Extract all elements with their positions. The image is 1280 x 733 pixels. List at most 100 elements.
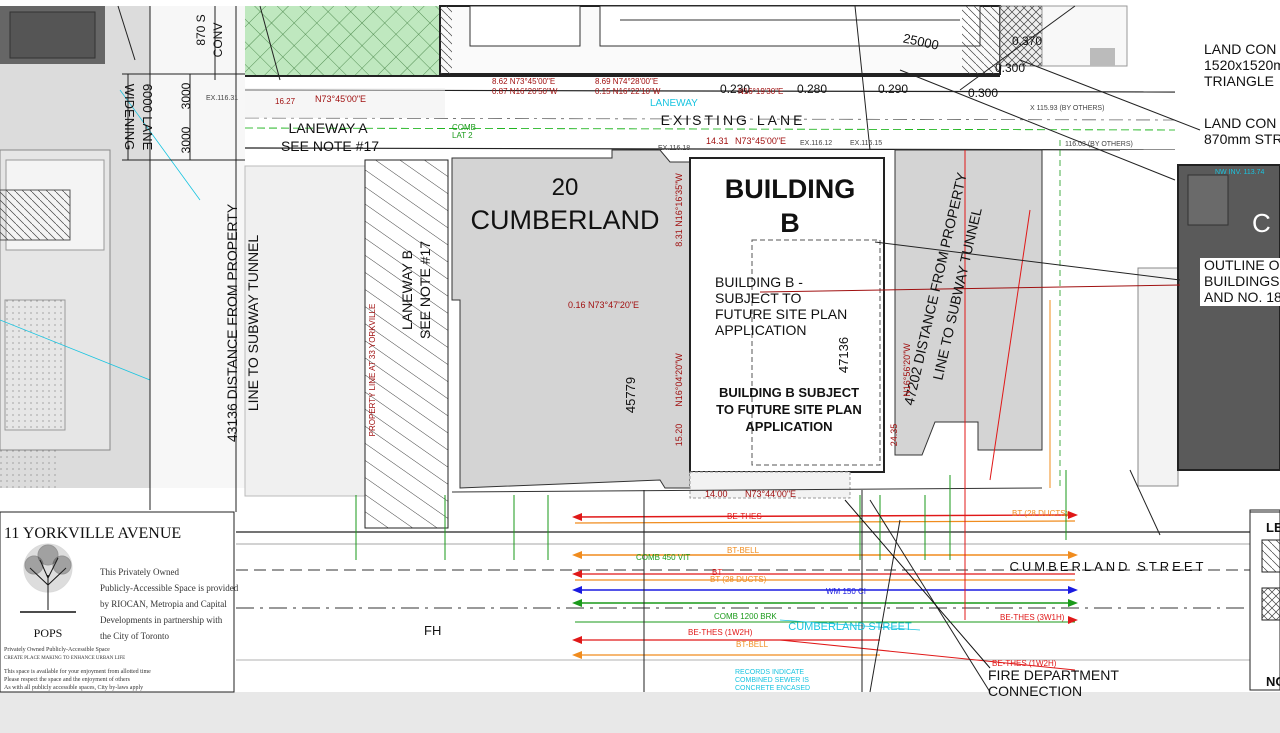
label-be-thes-2: BE-THES (1W2H): [688, 628, 753, 637]
label-ex-116-12: EX.116.12: [800, 140, 832, 147]
label-pops-sub2: CREATE PLACE MAKING TO ENHANCE URBAN LIF…: [4, 656, 125, 661]
label-lane-widening-2: WIDENING: [122, 84, 137, 150]
label-wm-150: WM 150 CI: [826, 587, 866, 596]
label-be-thes-3: BE-THES (3W1H): [1000, 613, 1065, 622]
label-1400: 14.00: [705, 489, 728, 499]
label-bt-bell-2: BT-BELL: [736, 640, 769, 649]
label-bearing-3: 0.16 N73°47'20"E: [568, 300, 639, 310]
label-land-con-1: LAND CON: [1204, 41, 1276, 57]
label-comb-450: COMB 450 VIT: [636, 553, 690, 562]
label-outline-1: OUTLINE O: [1204, 257, 1280, 273]
label-bldgb-note-2: SUBJECT TO: [715, 290, 801, 306]
label-bldgb-bold-1: BUILDING B SUBJECT: [719, 385, 859, 400]
label-cumberland-street: CUMBERLAND STREET: [1010, 559, 1207, 574]
label-pops-body-2: Publicly-Accessible Space is provided: [100, 583, 239, 593]
label-1627: 16.27: [275, 97, 296, 106]
label-be-thes-1: BE-THES: [727, 512, 762, 521]
label-dist-43136: 43136 DISTANCE FROM PROPERTY: [224, 203, 240, 442]
label-870: 870 S: [194, 14, 208, 45]
label-laneway-a: LANEWAY A: [288, 120, 368, 136]
site-plan-canvas: 20 CUMBERLAND BUILDING B EXISTING LANE C…: [0, 0, 1280, 728]
label-legend-no: NO: [1266, 674, 1280, 689]
label-bearing-6: N73°44'00"E: [745, 489, 796, 499]
label-nw-inv: NW INV. 113.74: [1215, 169, 1265, 176]
label-outline-2: BUILDINGS: [1204, 273, 1279, 289]
label-bldgb-note-1: BUILDING B -: [715, 274, 803, 290]
label-ex-116-31: EX.116.31: [206, 95, 238, 102]
label-pops-body-3: by RIOCAN, Metropia and Capital: [100, 599, 227, 609]
label-bearing-7: N16°56'20"W: [902, 343, 912, 397]
label-building: BUILDING: [725, 174, 856, 204]
label-bldgb-bold-2: TO FUTURE SITE PLAN: [716, 402, 862, 417]
label-bldgb-note-3: FUTURE SITE PLAN: [715, 306, 847, 322]
label-bt-bell-1: BT-BELL: [727, 546, 760, 555]
label-bldgb-note-4: APPLICATION: [715, 322, 807, 338]
label-pops-small-2: Please respect the space and the enjoyme…: [4, 676, 131, 683]
label-fire-dept-2: CONNECTION: [988, 683, 1082, 699]
label-right-c: C: [1252, 208, 1271, 238]
label-0280: 0.280: [797, 82, 827, 96]
label-dist-43136-2: LINE TO SUBWAY TUNNEL: [245, 235, 261, 412]
label-laneway-b: LANEWAY B: [399, 250, 415, 330]
label-bldgb-bold-3: APPLICATION: [745, 419, 832, 434]
legend-panel: [1249, 511, 1280, 691]
label-pops-small-3: As with all publicly accessible spaces, …: [4, 685, 143, 691]
label-land-con-3: TRIANGLE: [1204, 73, 1274, 89]
site-plan-drawing: 20 CUMBERLAND BUILDING B EXISTING LANE C…: [0, 0, 1280, 728]
right-parcel: [894, 149, 1043, 456]
label-0290: 0.290: [878, 82, 908, 96]
label-bearing-1: N73°45'00"E: [315, 94, 366, 104]
label-land-con-4: LAND CON: [1204, 115, 1276, 131]
label-bearing-4: 8.31 N16°16'35"W: [674, 173, 684, 247]
label-conv: CONV: [211, 23, 225, 58]
label-lat-2: LAT 2: [452, 131, 473, 140]
label-existing-lane: EXISTING LANE: [661, 112, 806, 128]
label-bearing-top-4: 0.15 N16°22'10"W: [595, 87, 661, 96]
label-3000-b: 3000: [179, 126, 193, 153]
label-lane-widening: 6000 LANE: [140, 84, 155, 151]
label-pops-small-1: This space is available for your enjoyme…: [4, 668, 151, 675]
label-comb-1200: COMB 1200 BRK: [714, 612, 777, 621]
label-pops-body-1: This Privately Owned: [100, 567, 179, 577]
label-land-con-5: 870mm STR: [1204, 131, 1280, 147]
label-pops: POPS: [34, 626, 63, 640]
label-3000-a: 3000: [179, 82, 193, 109]
label-laneway-b-note: SEE NOTE #17: [417, 241, 433, 339]
label-cumberland-street-cyan: CUMBERLAND STREET: [788, 621, 912, 633]
label-bearing-top-2: 8.69 N74°28'00"E: [595, 77, 658, 86]
label-land-con-2: 1520x1520m: [1204, 57, 1280, 73]
label-pops-body-5: the City of Toronto: [100, 631, 169, 641]
label-fh: FH: [424, 623, 441, 638]
label-records-2: COMBINED SEWER IS: [735, 677, 809, 684]
label-0300-b: 0.300: [968, 86, 998, 100]
label-b: B: [780, 208, 800, 238]
label-45779: 45779: [623, 377, 638, 413]
label-pops-body-4: Developments in partnership with: [100, 615, 223, 625]
label-outline-3: AND NO. 18: [1204, 289, 1280, 305]
label-be-thes-4: BE-THES (1W2H): [992, 659, 1057, 668]
label-47136: 47136: [836, 337, 851, 373]
label-1431: 14.31: [706, 136, 729, 146]
label-cumberland: CUMBERLAND: [470, 205, 659, 235]
label-property-line-33: PROPERTY LINE AT 33 YORKVILLE: [368, 304, 377, 437]
bottom-margin: [0, 692, 1280, 728]
label-2435: 24.35: [889, 424, 899, 447]
label-laneway-cyan: LANEWAY: [650, 98, 698, 109]
label-pops-sub: Privately Owned Publicly-Accessible Spac…: [4, 647, 110, 653]
label-bt-28-b: BT (28 DUCTS): [1012, 509, 1069, 518]
label-ex-116-15: EX.116.15: [850, 140, 882, 147]
label-bearing-2: N73°45'00"E: [735, 136, 786, 146]
label-bearing-5: N16°04'20"W: [674, 353, 684, 407]
label-yorkville-title: 11 YORKVILLE AVENUE: [4, 525, 181, 542]
label-bearing-top-1: 8.62 N73°45'00"E: [492, 77, 555, 86]
label-ex-116-18: EX.116.18: [658, 145, 690, 152]
label-by-others-2: 116.03 (BY OTHERS): [1065, 141, 1133, 148]
label-20: 20: [552, 174, 579, 201]
label-0370: 0.370: [1012, 34, 1042, 48]
label-bearing-top-3: 0.87 N16°20'50"W: [492, 87, 558, 96]
label-records-1: RECORDS INDICATE: [735, 669, 804, 676]
label-fire-dept: FIRE DEPARTMENT: [988, 667, 1119, 683]
label-bt: BT: [712, 568, 722, 577]
label-bearing-top-5: N16°19'30"E: [738, 87, 783, 96]
label-0300-a: 0.300: [995, 61, 1025, 75]
